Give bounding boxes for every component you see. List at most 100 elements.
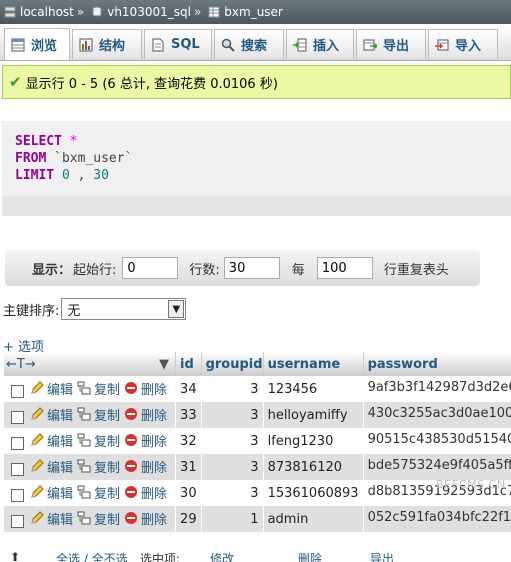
cell-id[interactable]: 34 — [176, 376, 202, 402]
edit-link[interactable]: 编辑 — [30, 509, 73, 528]
table-row[interactable]: 编辑 复制 删除 323lfeng123090515c438530d5154087 — [4, 428, 511, 454]
delete-link[interactable]: 删除 — [124, 483, 167, 502]
sql-offset: 0 — [61, 168, 70, 183]
cell-password[interactable]: 90515c438530d5154087 — [363, 428, 511, 454]
copy-icon — [77, 433, 91, 447]
row-checkbox[interactable] — [11, 515, 24, 529]
copy-link[interactable]: 复制 — [77, 379, 120, 398]
edit-link[interactable]: 编辑 — [30, 431, 73, 450]
sort-selected-value: 无 — [67, 303, 81, 319]
cell-password[interactable]: bde575324e9f405a5ff6bb — [363, 454, 511, 480]
row-checkbox[interactable] — [11, 411, 24, 425]
delete-selected-button[interactable]: 删除 — [298, 550, 322, 562]
table-row[interactable]: 编辑 复制 删除 3431234569af3b3f142987d3d2e662 — [4, 376, 511, 402]
edit-link[interactable]: 编辑 — [30, 379, 73, 398]
copy-link[interactable]: 复制 — [77, 509, 120, 528]
pencil-icon — [31, 381, 44, 394]
repeat-header-input[interactable] — [316, 257, 373, 279]
tab-bar: 浏览 结构 SQL 搜索 插入 导出 导入 — [0, 26, 511, 61]
delete-link[interactable]: 删除 — [124, 405, 167, 424]
edit-link[interactable]: 编辑 — [30, 405, 73, 424]
cell-groupid[interactable]: 3 — [201, 376, 264, 402]
cell-id[interactable]: 32 — [176, 428, 202, 454]
cell-id[interactable]: 29 — [176, 506, 202, 532]
table-row[interactable]: 编辑复制删除333helloyamiffy430c3255ac3d0ae100f… — [4, 402, 511, 428]
breadcrumb-table[interactable]: bxm_user — [224, 0, 283, 24]
tab-label: 导出 — [383, 39, 410, 54]
tab-browse[interactable]: 浏览 — [4, 28, 70, 60]
tab-search[interactable]: 搜索 — [214, 29, 284, 59]
copy-link[interactable]: 复制 — [77, 457, 120, 476]
column-arrows-icon[interactable]: ←T→ — [6, 357, 36, 372]
breadcrumb-server[interactable]: localhost — [20, 0, 74, 24]
check-all-link[interactable]: 全选 / 全不选 — [56, 550, 128, 562]
row-checkbox[interactable] — [11, 489, 24, 503]
breadcrumb-database[interactable]: vh103001_sql — [107, 0, 191, 24]
cell-username[interactable]: 15361060893 — [263, 480, 364, 506]
copy-icon — [77, 485, 91, 499]
table-row[interactable]: 编辑 复制 删除 291admin052c591fa034bfc22f15d0 — [4, 506, 511, 532]
delete-link[interactable]: 删除 — [124, 457, 167, 476]
table-icon — [208, 6, 220, 18]
sort-select[interactable]: 无 ▼ — [61, 298, 187, 320]
row-actions: 编辑 复制 删除 — [4, 454, 177, 480]
copy-link[interactable]: 复制 — [77, 431, 120, 450]
copy-icon — [77, 511, 91, 525]
row-checkbox[interactable] — [11, 385, 24, 399]
edit-link[interactable]: 编辑 — [30, 457, 73, 476]
cell-password[interactable]: 052c591fa034bfc22f15d0 — [363, 506, 511, 532]
tab-sql[interactable]: SQL — [144, 29, 212, 59]
cell-groupid[interactable]: 3 — [201, 402, 264, 428]
row-actions: 编辑 复制 删除 — [4, 376, 177, 402]
copy-label: 复制 — [94, 434, 121, 450]
watermark: BEECMS.CN — [436, 478, 506, 491]
sql-comma: , — [77, 168, 86, 183]
start-row-input[interactable] — [122, 257, 179, 279]
cell-groupid[interactable]: 1 — [201, 506, 264, 532]
cell-id[interactable]: 33 — [176, 402, 202, 428]
sql-keyword: FROM — [15, 151, 47, 166]
cell-username[interactable]: 123456 — [263, 376, 364, 402]
delete-link[interactable]: 删除 — [124, 379, 167, 398]
edit-link[interactable]: 编辑 — [30, 483, 73, 502]
browse-icon — [11, 38, 25, 51]
column-header-username[interactable]: username — [263, 352, 364, 376]
cell-password[interactable]: 430c3255ac3d0ae100f00 — [363, 402, 511, 428]
column-header-password[interactable]: password — [363, 352, 511, 376]
rows-count-input[interactable] — [223, 257, 280, 279]
row-checkbox[interactable] — [11, 437, 24, 451]
copy-link[interactable]: 复制 — [77, 483, 120, 502]
cell-username[interactable]: helloyamiffy — [263, 402, 364, 428]
edit-selected-button[interactable]: 修改 — [210, 550, 234, 562]
cell-username[interactable]: 873816120 — [263, 454, 364, 480]
copy-link[interactable]: 复制 — [77, 405, 120, 424]
sort-arrow-icon[interactable]: ▼ — [159, 357, 169, 372]
cell-username[interactable]: lfeng1230 — [263, 428, 364, 454]
cell-groupid[interactable]: 3 — [201, 428, 264, 454]
delete-link[interactable]: 删除 — [124, 431, 167, 450]
export-selected-button[interactable]: 导出 — [370, 550, 394, 562]
row-actions: 编辑 复制 删除 — [4, 428, 177, 454]
edit-label: 编辑 — [47, 382, 74, 398]
cell-id[interactable]: 31 — [176, 454, 202, 480]
tab-structure[interactable]: 结构 — [72, 29, 142, 59]
copy-label: 复制 — [94, 486, 121, 502]
table-row[interactable]: 编辑 复制 删除 313873816120bde575324e9f405a5ff6bb — [4, 454, 511, 480]
row-checkbox[interactable] — [11, 463, 24, 477]
tab-insert[interactable]: 插入 — [286, 29, 354, 59]
cell-password[interactable]: 9af3b3f142987d3d2e662 — [363, 376, 511, 402]
edit-label: 编辑 — [47, 408, 74, 424]
search-icon — [221, 38, 235, 52]
delete-link[interactable]: 删除 — [124, 509, 167, 528]
table-row[interactable]: 编辑复制删除30315361060893d8b81359192593d1c7bb — [4, 480, 511, 506]
sql-query[interactable]: SELECT * FROM `bxm_user` LIMIT 0 , 30 — [2, 121, 511, 196]
column-header-id[interactable]: id — [176, 352, 202, 376]
tab-import[interactable]: 导入 — [428, 29, 498, 59]
column-header-groupid[interactable]: groupid — [201, 352, 264, 376]
pencil-icon — [31, 485, 44, 498]
tab-export[interactable]: 导出 — [356, 29, 426, 59]
cell-username[interactable]: admin — [263, 506, 364, 532]
cell-id[interactable]: 30 — [176, 480, 202, 506]
cell-groupid[interactable]: 3 — [201, 454, 264, 480]
cell-groupid[interactable]: 3 — [201, 480, 264, 506]
